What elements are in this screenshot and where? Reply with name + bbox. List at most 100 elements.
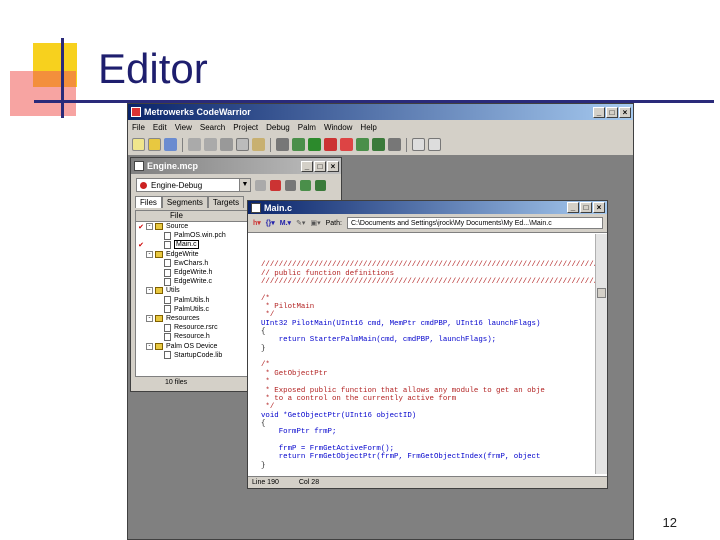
make-icon[interactable] — [324, 138, 337, 151]
document-icon[interactable] — [412, 138, 425, 151]
collapse-icon[interactable]: - — [146, 250, 153, 258]
run-icon[interactable] — [315, 179, 326, 191]
code-line[interactable]: return StarterPalmMain(cmd, cmdPBP, laun… — [261, 336, 596, 344]
code-line[interactable]: /* — [261, 361, 596, 369]
code-line[interactable]: } — [261, 462, 596, 470]
menu-item-edit[interactable]: Edit — [153, 123, 167, 132]
paste-icon[interactable] — [252, 138, 265, 151]
code-line[interactable]: /* — [261, 295, 596, 303]
code-line[interactable]: * GetObjectPtr — [261, 370, 596, 378]
menu-item-file[interactable]: File — [132, 123, 145, 132]
check-syntax-icon[interactable] — [340, 138, 353, 151]
find-icon[interactable] — [276, 138, 289, 151]
code-line[interactable]: * PilotMain — [261, 303, 596, 311]
code-line[interactable]: // public function definitions — [261, 270, 596, 278]
code-line[interactable]: * to a control on the currently active f… — [261, 395, 596, 403]
code-area[interactable]: ////////////////////////////////////////… — [261, 253, 596, 471]
menu-item-view[interactable]: View — [175, 123, 192, 132]
code-line[interactable]: { — [261, 328, 596, 336]
code-line[interactable]: FormPtr frmP; — [261, 428, 596, 436]
minimize-button[interactable]: _ — [593, 106, 605, 118]
header-files-icon[interactable]: h▾ — [253, 219, 261, 227]
menu-item-window[interactable]: Window — [324, 123, 352, 132]
column-header-file[interactable]: File — [166, 211, 183, 221]
tab-segments[interactable]: Segments — [161, 196, 208, 208]
project-maximize-button[interactable]: □ — [314, 160, 326, 172]
file-row-label: PalmUtils.h — [174, 296, 210, 304]
code-line[interactable]: return FrmGetObjectPtr(frmP, FrmGetObjec… — [261, 453, 596, 461]
run-icon[interactable] — [356, 138, 369, 151]
editor-maximize-button[interactable]: □ — [580, 202, 592, 213]
file-row-label: PalmOS.win.pch — [174, 232, 226, 240]
collapse-icon[interactable]: - — [146, 342, 153, 350]
toolbar-separator — [182, 137, 183, 152]
tab-files[interactable]: Files — [135, 196, 162, 208]
maximize-button[interactable]: □ — [606, 106, 618, 118]
debug-icon[interactable] — [300, 179, 311, 191]
debug-icon[interactable] — [372, 138, 385, 151]
folder-icon — [155, 223, 163, 231]
scrollbar-thumb[interactable] — [597, 288, 606, 298]
menu-item-project[interactable]: Project — [233, 123, 258, 132]
code-line[interactable] — [261, 253, 596, 261]
collapse-icon[interactable]: - — [146, 287, 153, 295]
cut-icon[interactable] — [220, 138, 233, 151]
code-line[interactable]: } — [261, 345, 596, 353]
code-line[interactable]: UInt32 PilotMain(UInt16 cmd, MemPtr cmdP… — [261, 320, 596, 328]
file-icon — [164, 259, 171, 268]
menu-item-search[interactable]: Search — [200, 123, 225, 132]
path-field[interactable]: C:\Documents and Settings\jrock\My Docum… — [346, 217, 603, 229]
functions-icon[interactable]: {}▾ — [266, 219, 275, 227]
tab-targets[interactable]: Targets — [207, 196, 245, 208]
close-button[interactable]: × — [619, 106, 631, 118]
collapse-icon[interactable]: - — [146, 223, 153, 231]
settings-icon[interactable] — [255, 179, 266, 191]
open-folder-icon[interactable] — [148, 138, 161, 151]
document-settings-icon[interactable]: ▣▾ — [310, 219, 320, 227]
options-icon[interactable]: ✎▾ — [296, 219, 305, 227]
compile-icon[interactable] — [308, 138, 321, 151]
code-line[interactable]: */ — [261, 311, 596, 319]
code-line[interactable] — [261, 286, 596, 294]
target-select[interactable]: Engine-Debug ▼ — [136, 178, 251, 192]
ide-titlebar: Metrowerks CodeWarrior _ □ × — [128, 104, 633, 120]
save-icon[interactable] — [164, 138, 177, 151]
code-line[interactable]: ////////////////////////////////////////… — [261, 261, 596, 269]
undo-icon[interactable] — [188, 138, 201, 151]
stop-icon[interactable] — [388, 138, 401, 151]
find-next-icon[interactable] — [292, 138, 305, 151]
toolbar-separator — [270, 137, 271, 152]
menu-item-help[interactable]: Help — [360, 123, 376, 132]
code-line[interactable]: */ — [261, 403, 596, 411]
editor-minimize-button[interactable]: _ — [567, 202, 579, 213]
project-minimize-button[interactable]: _ — [301, 160, 313, 172]
code-line[interactable]: frmP = FrmGetActiveForm(); — [261, 445, 596, 453]
make-icon[interactable] — [270, 179, 281, 191]
file-row-label: EwChars.h — [174, 259, 209, 267]
code-line[interactable] — [261, 353, 596, 361]
window-list-icon[interactable] — [428, 138, 441, 151]
chevron-down-icon[interactable]: ▼ — [239, 179, 250, 191]
code-line[interactable]: ////////////////////////////////////////… — [261, 278, 596, 286]
vertical-scrollbar[interactable] — [595, 234, 607, 474]
touched-check-icon[interactable]: ✔ — [136, 241, 146, 249]
editor-close-button[interactable]: × — [593, 202, 605, 213]
code-line[interactable]: * — [261, 378, 596, 386]
project-close-button[interactable]: × — [327, 160, 339, 172]
code-line[interactable]: void *GetObjectPtr(UInt16 objectID) — [261, 412, 596, 420]
collapse-icon[interactable]: - — [146, 314, 153, 322]
toolbar-separator — [406, 137, 407, 152]
sync-icon[interactable] — [285, 179, 296, 191]
menu-item-palm[interactable]: Palm — [298, 123, 316, 132]
menu-item-debug[interactable]: Debug — [266, 123, 290, 132]
markers-icon[interactable]: M.▾ — [280, 219, 291, 227]
copy-icon[interactable] — [236, 138, 249, 151]
title-decoration-vertical-line — [61, 38, 64, 118]
code-line[interactable]: * Exposed public function that allows an… — [261, 387, 596, 395]
editor-titlebar: Main.c _ □ × — [248, 201, 607, 214]
touched-check-icon[interactable]: ✔ — [136, 223, 146, 231]
code-line[interactable]: { — [261, 420, 596, 428]
redo-icon[interactable] — [204, 138, 217, 151]
code-line[interactable] — [261, 437, 596, 445]
new-file-icon[interactable] — [132, 138, 145, 151]
